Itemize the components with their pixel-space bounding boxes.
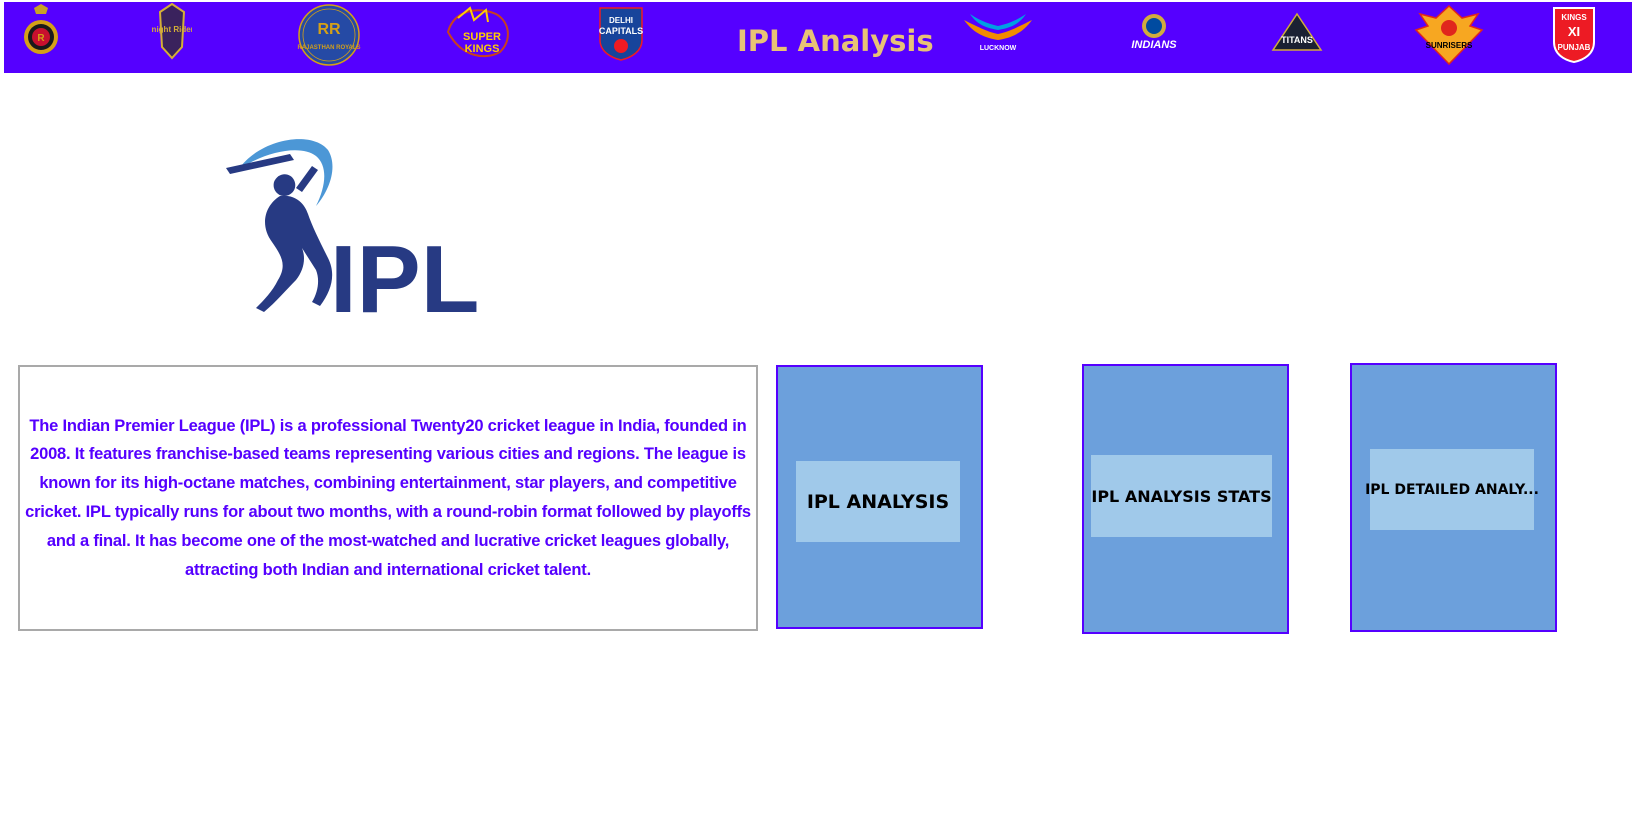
- description-panel: The Indian Premier League (IPL) is a pro…: [18, 365, 758, 631]
- svg-text:DELHI: DELHI: [609, 16, 633, 25]
- ipl-logo: IPL: [220, 130, 500, 333]
- rcb-logo[interactable]: R: [22, 4, 60, 62]
- description-text: The Indian Premier League (IPL) is a pro…: [25, 416, 751, 579]
- ipl-detailed-analysis-card[interactable]: IPL DETAILED ANALY...: [1350, 363, 1557, 632]
- ipl-analysis-button[interactable]: IPL ANALYSIS: [796, 461, 960, 542]
- mi-logo[interactable]: INDIANS: [1126, 10, 1182, 54]
- ipl-analysis-stats-label: IPL ANALYSIS STATS: [1091, 486, 1272, 506]
- ipl-analysis-stats-card[interactable]: IPL ANALYSIS STATS: [1082, 364, 1289, 634]
- srh-logo-text: SUNRISERS: [1426, 41, 1473, 50]
- kkr-logo[interactable]: Knight Riders: [152, 2, 192, 62]
- pbks-logo[interactable]: KINGS XI PUNJAB: [1550, 4, 1598, 64]
- svg-text:LUCKNOW: LUCKNOW: [980, 45, 1017, 52]
- ipl-analysis-card[interactable]: IPL ANALYSIS: [776, 365, 983, 629]
- lsg-logo[interactable]: LUCKNOW: [962, 10, 1034, 56]
- gt-logo[interactable]: TITANS: [1271, 12, 1323, 54]
- dc-logo[interactable]: DELHI CAPITALS: [596, 4, 646, 62]
- svg-text:RR: RR: [317, 21, 341, 38]
- ipl-analysis-stats-button[interactable]: IPL ANALYSIS STATS: [1091, 455, 1272, 537]
- ipl-detailed-analysis-button[interactable]: IPL DETAILED ANALY...: [1365, 449, 1539, 530]
- ipl-analysis-label: IPL ANALYSIS: [806, 490, 950, 513]
- svg-text:KINGS: KINGS: [1561, 13, 1587, 22]
- svg-text:KINGS: KINGS: [465, 43, 500, 55]
- svg-text:PUNJAB: PUNJAB: [1558, 43, 1591, 52]
- header-bar: R Knight Riders RR RAJASTHAN ROYALS SUPE…: [4, 2, 1632, 73]
- svg-text:R: R: [37, 33, 45, 44]
- svg-text:INDIANS: INDIANS: [1131, 39, 1177, 51]
- csk-logo[interactable]: SUPER KINGS: [444, 4, 514, 60]
- svg-text:XI: XI: [1568, 24, 1580, 39]
- kkr-logo-text: Knight Riders: [152, 25, 192, 34]
- svg-text:CAPITALS: CAPITALS: [599, 26, 643, 36]
- svg-text:SUPER: SUPER: [463, 31, 501, 43]
- rr-logo[interactable]: RR RAJASTHAN ROYALS: [296, 4, 362, 66]
- srh-logo[interactable]: SUNRISERS: [1410, 4, 1488, 66]
- rr-logo-text: RAJASTHAN ROYALS: [297, 45, 360, 51]
- gt-logo-text: TITANS: [1281, 35, 1313, 45]
- app-title: IPL Analysis: [737, 24, 934, 58]
- ipl-logo-text: IPL: [330, 226, 479, 325]
- ipl-detailed-analysis-label: IPL DETAILED ANALY...: [1365, 481, 1539, 498]
